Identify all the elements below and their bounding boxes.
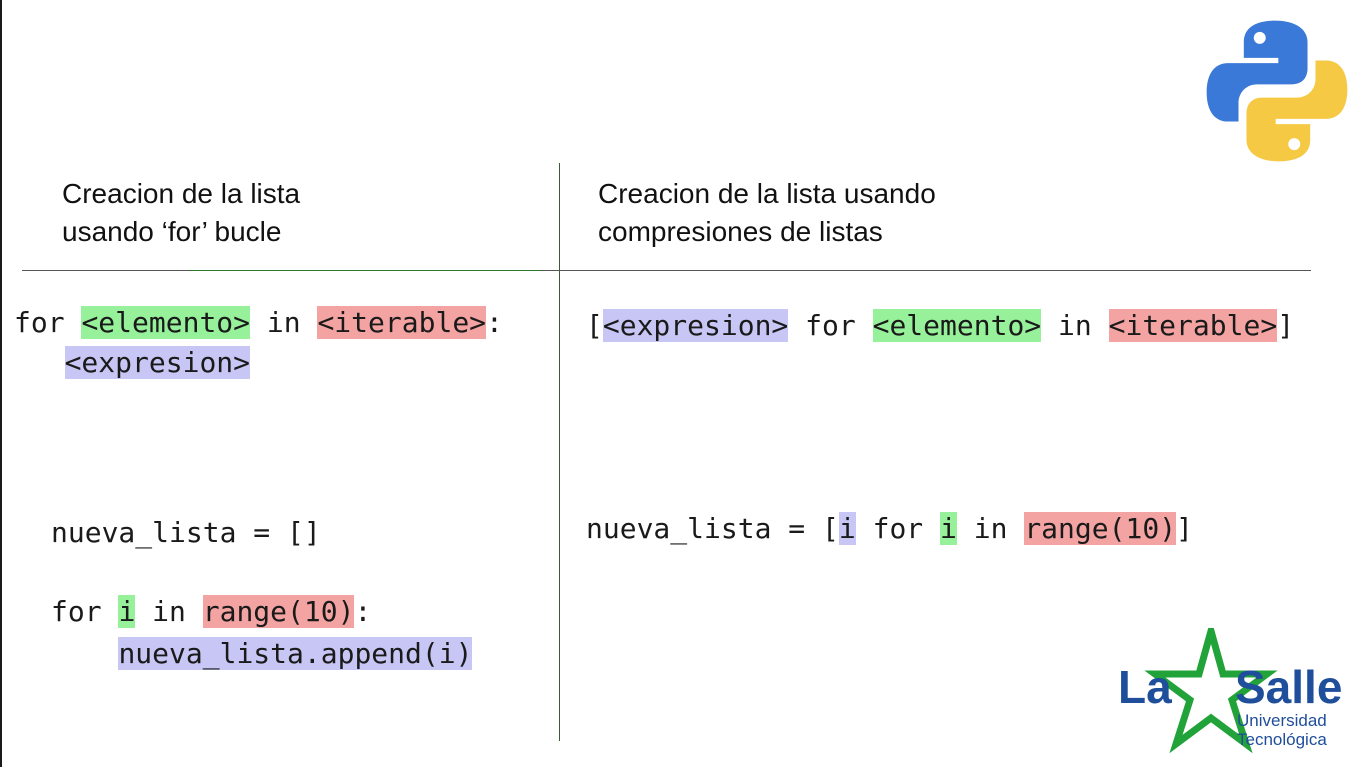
loop-variable: i [118,595,136,628]
keyword-in: in [956,512,1025,545]
keyword-for: for [855,512,941,545]
keyword-in: in [135,595,203,628]
placeholder-elemento: <elemento> [872,309,1042,342]
range-call: range(10) [1024,512,1177,545]
placeholder-iterable: <iterable> [317,306,487,339]
keyword-for: for [51,595,119,628]
bracket-close: ] [1277,309,1295,342]
assignment-prefix: nueva_lista = [ [586,512,839,545]
right-syntax-line: [<expresion> for <elemento> in <iterable… [586,306,1294,346]
colon: : [354,595,372,628]
logo-universidad-text: Universidad [1237,711,1327,730]
left-heading-line-1: Creacion de la lista [62,178,301,209]
range-call: range(10) [202,595,355,628]
placeholder-expresion: <expresion> [602,309,789,342]
bracket-close: ] [1176,512,1193,545]
expression-variable: i [838,512,856,545]
keyword-in: in [1041,309,1109,342]
column-divider [559,163,560,741]
left-border [0,0,2,767]
right-heading-line-2: compresiones de listas [598,216,883,247]
colon: : [486,306,503,339]
left-syntax-line-2: <expresion> [14,343,251,383]
bracket-open: [ [586,309,603,342]
append-call: nueva_lista.append(i) [118,637,473,670]
python-logo-icon [1206,20,1348,162]
loop-variable: i [940,512,957,545]
left-heading: Creacion de la lista usando ‘for’ bucle [62,175,300,251]
keyword-for: for [14,306,82,339]
logo-salle-text: Salle [1235,661,1342,713]
right-example-line: nueva_lista = [i for i in range(10)] [586,509,1193,549]
logo-la-text: La [1118,661,1172,713]
left-example-line-2: for i in range(10): [51,592,371,632]
header-divider-accent [190,270,540,271]
placeholder-elemento: <elemento> [81,306,251,339]
lasalle-logo: La Salle Universidad Tecnológica [1118,628,1342,753]
placeholder-iterable: <iterable> [1108,309,1278,342]
left-example-line-3: nueva_lista.append(i) [51,634,473,674]
left-syntax-line-1: for <elemento> in <iterable>: [14,303,503,343]
right-heading-line-1: Creacion de la lista usando [598,178,936,209]
left-heading-line-2: usando ‘for’ bucle [62,216,282,247]
keyword-for: for [788,309,873,342]
keyword-in: in [250,306,318,339]
logo-tecnologica-text: Tecnológica [1237,730,1327,749]
placeholder-expresion: <expresion> [64,346,251,379]
left-example-line-1: nueva_lista = [] [51,516,321,549]
right-heading: Creacion de la lista usando compresiones… [598,175,936,251]
